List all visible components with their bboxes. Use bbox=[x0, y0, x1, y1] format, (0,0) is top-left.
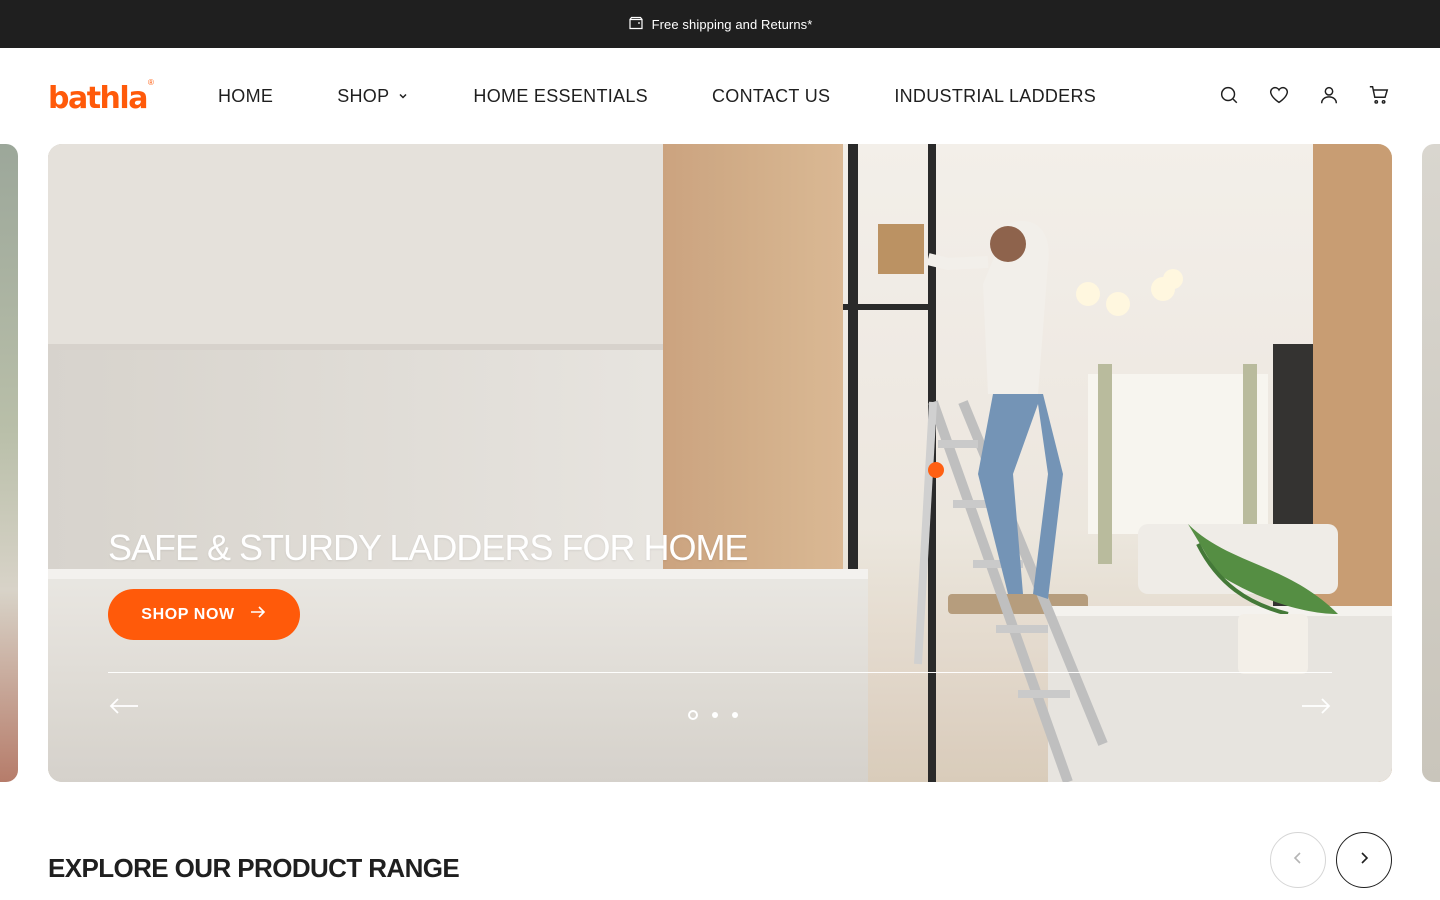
chevron-down-icon bbox=[397, 86, 409, 107]
arrow-left-icon[interactable] bbox=[108, 696, 140, 716]
slide-pagination bbox=[688, 710, 738, 720]
previous-slide-peek bbox=[0, 144, 18, 782]
next-slide-peek bbox=[1422, 144, 1440, 782]
slide-divider bbox=[108, 672, 1332, 673]
cart-icon[interactable] bbox=[1368, 84, 1392, 108]
user-icon[interactable] bbox=[1318, 84, 1342, 108]
carousel-next-button[interactable] bbox=[1336, 832, 1392, 888]
slide-dot-2[interactable] bbox=[712, 712, 718, 718]
nav-label: HOME bbox=[218, 85, 274, 106]
announcement-text: Free shipping and Returns* bbox=[651, 16, 813, 32]
header-actions bbox=[1218, 48, 1392, 144]
site-header: bathla ® HOME SHOP HOME ESSENTIALS CONTA… bbox=[0, 48, 1440, 144]
hero-title: SAFE & STURDY LADDERS FOR HOME bbox=[108, 527, 748, 568]
brand-logo[interactable]: bathla ® bbox=[48, 78, 154, 114]
chevron-right-icon bbox=[1356, 850, 1372, 871]
nav-label: CONTACT US bbox=[711, 85, 831, 106]
shop-now-label: SHOP NOW bbox=[141, 605, 235, 623]
arrow-right-icon bbox=[249, 603, 267, 626]
announcement-bar: Free shipping and Returns* bbox=[0, 0, 1440, 48]
nav-label: HOME ESSENTIALS bbox=[473, 85, 648, 106]
section-title: EXPLORE OUR PRODUCT RANGE bbox=[48, 853, 460, 883]
arrow-right-long-icon[interactable] bbox=[1300, 696, 1332, 716]
slide-dot-3[interactable] bbox=[732, 712, 738, 718]
nav-label: INDUSTRIAL LADDERS bbox=[894, 85, 1097, 106]
hero-slide: SAFE & STURDY LADDERS FOR HOME SHOP NOW bbox=[48, 144, 1392, 782]
nav-item-contact-us[interactable]: CONTACT US bbox=[712, 86, 830, 107]
carousel-prev-button[interactable] bbox=[1270, 832, 1326, 888]
nav-item-home[interactable]: HOME bbox=[218, 86, 273, 107]
shop-now-button[interactable]: SHOP NOW bbox=[108, 589, 300, 640]
nav-label: SHOP bbox=[337, 85, 390, 106]
hero-carousel: SAFE & STURDY LADDERS FOR HOME SHOP NOW bbox=[0, 144, 1440, 782]
slide-dot-1[interactable] bbox=[688, 710, 698, 720]
main-nav: HOME SHOP HOME ESSENTIALS CONTACT US IND… bbox=[218, 48, 1160, 144]
logo-wordmark: bathla bbox=[48, 81, 148, 116]
nav-item-home-essentials[interactable]: HOME ESSENTIALS bbox=[473, 86, 648, 107]
nav-item-industrial-ladders[interactable]: INDUSTRIAL LADDERS bbox=[894, 86, 1096, 107]
search-icon[interactable] bbox=[1218, 84, 1242, 108]
box-icon bbox=[628, 15, 644, 34]
nav-item-shop[interactable]: SHOP bbox=[337, 86, 409, 107]
logo-registered-mark: ® bbox=[147, 78, 154, 87]
heart-icon[interactable] bbox=[1268, 84, 1292, 108]
chevron-left-icon bbox=[1290, 850, 1306, 871]
hero-image bbox=[48, 144, 1392, 782]
